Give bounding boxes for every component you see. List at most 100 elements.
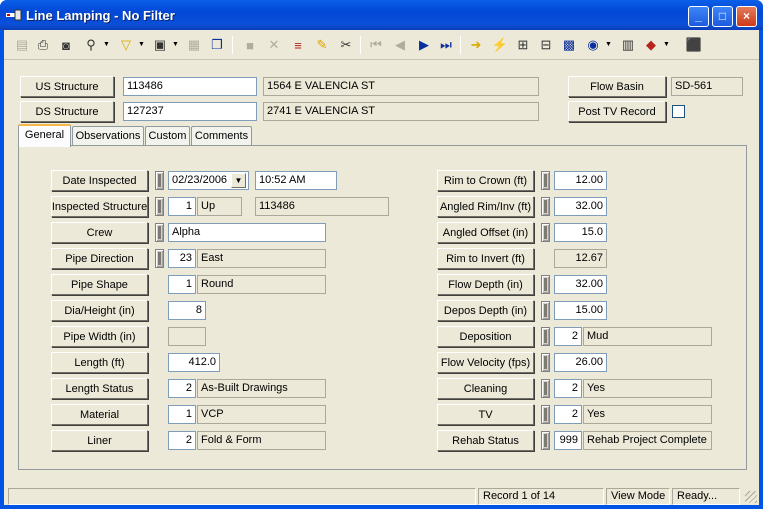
- filter-icon[interactable]: ▽: [116, 35, 136, 55]
- deposition-code[interactable]: 2: [554, 327, 582, 346]
- angled-rim-inv-field[interactable]: 32.00: [554, 197, 607, 216]
- arrow-right-icon[interactable]: ➜: [466, 35, 486, 55]
- date-inspected-button[interactable]: Date Inspected: [51, 170, 148, 191]
- cleaning-button[interactable]: Cleaning: [437, 378, 534, 399]
- depos-depth-button[interactable]: Depos Depth (in): [437, 300, 534, 321]
- angled-offset-button[interactable]: Angled Offset (in): [437, 222, 534, 243]
- stack-icon[interactable]: ≡: [288, 35, 308, 55]
- us-structure-button[interactable]: US Structure: [20, 76, 114, 97]
- tab-observations[interactable]: Observations: [72, 126, 144, 146]
- tv-desc: Yes: [583, 405, 712, 424]
- ds-structure-id-field[interactable]: 127237: [123, 102, 257, 121]
- rim-to-crown-button[interactable]: Rim to Crown (ft): [437, 170, 534, 191]
- preview-icon[interactable]: ◙: [56, 35, 76, 55]
- pipe-shape-code[interactable]: 1: [168, 275, 196, 294]
- length-status-button[interactable]: Length Status: [51, 378, 148, 399]
- date-dropdown-icon[interactable]: ▼: [231, 173, 246, 188]
- sort-icon[interactable]: ▤: [12, 35, 32, 55]
- first-record-icon[interactable]: ⏮: [366, 35, 386, 55]
- dia-height-field[interactable]: 8: [168, 301, 206, 320]
- status-mode: View Mode: [606, 488, 670, 505]
- rehab-status-button[interactable]: Rehab Status: [437, 430, 534, 451]
- filter-dropdown-icon[interactable]: ▼: [138, 41, 145, 49]
- flow-velocity-field[interactable]: 26.00: [554, 353, 607, 372]
- form-icon[interactable]: ▣: [150, 35, 170, 55]
- material-button[interactable]: Material: [51, 404, 148, 425]
- rim-to-invert-field: 12.67: [554, 249, 607, 268]
- cleaning-desc: Yes: [583, 379, 712, 398]
- screen-icon[interactable]: ▩: [559, 35, 579, 55]
- material-code[interactable]: 1: [168, 405, 196, 424]
- pipe-width-field: [168, 327, 206, 346]
- crew-field[interactable]: Alpha: [168, 223, 326, 242]
- tab-general[interactable]: General: [18, 124, 71, 147]
- post-tv-record-button[interactable]: Post TV Record: [568, 101, 666, 122]
- globe-icon[interactable]: ◉: [583, 35, 603, 55]
- flow-depth-button[interactable]: Flow Depth (in): [437, 274, 534, 295]
- copy-form-icon[interactable]: ▦: [184, 35, 204, 55]
- book-dropdown-icon[interactable]: ▼: [663, 41, 670, 49]
- flow-velocity-button[interactable]: Flow Velocity (fps): [437, 352, 534, 373]
- pipe-width-button[interactable]: Pipe Width (in): [51, 326, 148, 347]
- inspected-structure-value: 113486: [255, 197, 389, 216]
- pipe-direction-desc: East: [197, 249, 326, 268]
- post-tv-checkbox[interactable]: [672, 105, 685, 118]
- tree-icon[interactable]: ⊞: [513, 35, 533, 55]
- resize-grip-icon[interactable]: [745, 491, 757, 503]
- tab-custom[interactable]: Custom: [145, 126, 190, 146]
- inspected-structure-code[interactable]: 1: [168, 197, 196, 216]
- length-field[interactable]: 412.0: [168, 353, 220, 372]
- save-icon[interactable]: ■: [240, 35, 260, 55]
- flag-icon: [541, 405, 550, 424]
- close-button[interactable]: ×: [736, 6, 757, 27]
- inspected-structure-button[interactable]: Inspected Structure: [51, 196, 148, 217]
- deposition-button[interactable]: Deposition: [437, 326, 534, 347]
- liner-code[interactable]: 2: [168, 431, 196, 450]
- flow-depth-field[interactable]: 32.00: [554, 275, 607, 294]
- scissors-icon[interactable]: ✂: [336, 35, 356, 55]
- prev-record-icon[interactable]: ◀: [390, 35, 410, 55]
- network-icon[interactable]: ⊟: [536, 35, 556, 55]
- exit-icon[interactable]: ⬛: [684, 35, 704, 55]
- form-dropdown-icon[interactable]: ▼: [172, 41, 179, 49]
- time-inspected-field[interactable]: 10:52 AM: [255, 171, 337, 190]
- angled-offset-field[interactable]: 15.0: [554, 223, 607, 242]
- flag-icon: [155, 249, 164, 268]
- calculator-icon[interactable]: ▥: [618, 35, 638, 55]
- us-structure-id-field[interactable]: 113486: [123, 77, 257, 96]
- dia-height-button[interactable]: Dia/Height (in): [51, 300, 148, 321]
- print-icon[interactable]: ⎙: [33, 35, 53, 55]
- liner-button[interactable]: Liner: [51, 430, 148, 451]
- find-icon[interactable]: ⚲: [81, 35, 101, 55]
- depos-depth-field[interactable]: 15.00: [554, 301, 607, 320]
- length-button[interactable]: Length (ft): [51, 352, 148, 373]
- pipe-shape-button[interactable]: Pipe Shape: [51, 274, 148, 295]
- rehab-status-code[interactable]: 999: [554, 431, 582, 450]
- book-icon[interactable]: ◆: [641, 35, 661, 55]
- minimize-button[interactable]: _: [688, 6, 709, 27]
- flag-icon: [541, 223, 550, 242]
- copy-icon[interactable]: ❐: [207, 35, 227, 55]
- pencil-icon[interactable]: ✎: [312, 35, 332, 55]
- flow-basin-button[interactable]: Flow Basin: [568, 76, 666, 97]
- crew-button[interactable]: Crew: [51, 222, 148, 243]
- rim-to-crown-field[interactable]: 12.00: [554, 171, 607, 190]
- pipe-direction-button[interactable]: Pipe Direction: [51, 248, 148, 269]
- delete-icon[interactable]: ✕: [264, 35, 284, 55]
- next-record-icon[interactable]: ▶: [414, 35, 434, 55]
- angled-rim-inv-button[interactable]: Angled Rim/Inv (ft): [437, 196, 534, 217]
- tv-button[interactable]: TV: [437, 404, 534, 425]
- length-status-code[interactable]: 2: [168, 379, 196, 398]
- cleaning-code[interactable]: 2: [554, 379, 582, 398]
- tv-code[interactable]: 2: [554, 405, 582, 424]
- maximize-button[interactable]: □: [712, 6, 733, 27]
- ds-structure-button[interactable]: DS Structure: [20, 101, 114, 122]
- globe-dropdown-icon[interactable]: ▼: [605, 41, 612, 49]
- find-dropdown-icon[interactable]: ▼: [103, 41, 110, 49]
- title-bar[interactable]: Line Lamping - No Filter _ □ ×: [0, 0, 763, 30]
- rim-to-invert-button[interactable]: Rim to Invert (ft): [437, 248, 534, 269]
- pipe-direction-code[interactable]: 23: [168, 249, 196, 268]
- last-record-icon[interactable]: ⏭: [436, 35, 456, 55]
- lightning-icon[interactable]: ⚡: [490, 35, 510, 55]
- tab-comments[interactable]: Comments: [191, 126, 252, 146]
